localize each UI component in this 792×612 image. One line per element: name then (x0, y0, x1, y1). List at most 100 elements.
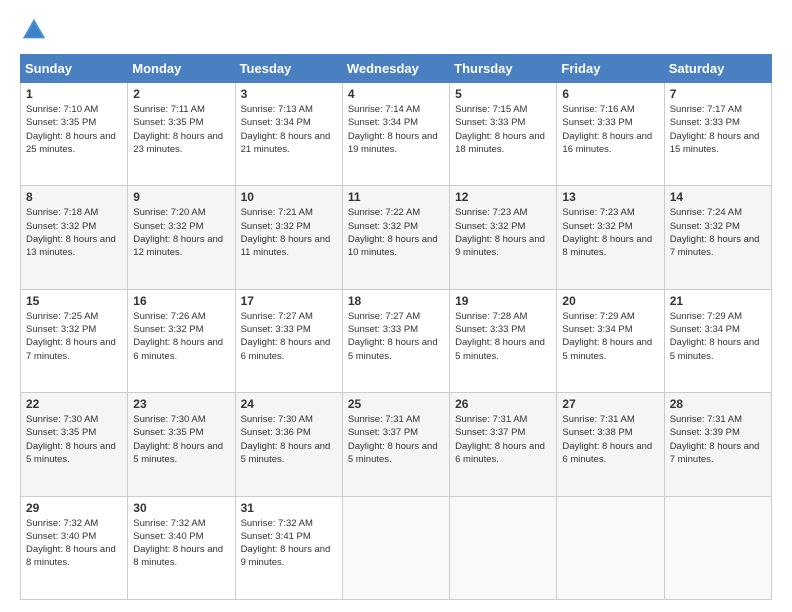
day-number: 9 (133, 190, 229, 204)
day-info: Sunrise: 7:31 AM Sunset: 3:38 PM Dayligh… (562, 413, 658, 466)
day-cell: 7 Sunrise: 7:17 AM Sunset: 3:33 PM Dayli… (664, 83, 771, 186)
day-cell: 17 Sunrise: 7:27 AM Sunset: 3:33 PM Dayl… (235, 289, 342, 392)
day-number: 13 (562, 190, 658, 204)
day-cell: 26 Sunrise: 7:31 AM Sunset: 3:37 PM Dayl… (450, 393, 557, 496)
day-number: 25 (348, 397, 444, 411)
day-number: 5 (455, 87, 551, 101)
day-number: 19 (455, 294, 551, 308)
day-cell: 10 Sunrise: 7:21 AM Sunset: 3:32 PM Dayl… (235, 186, 342, 289)
day-number: 21 (670, 294, 766, 308)
day-cell: 8 Sunrise: 7:18 AM Sunset: 3:32 PM Dayli… (21, 186, 128, 289)
day-number: 24 (241, 397, 337, 411)
day-cell: 16 Sunrise: 7:26 AM Sunset: 3:32 PM Dayl… (128, 289, 235, 392)
day-info: Sunrise: 7:25 AM Sunset: 3:32 PM Dayligh… (26, 310, 122, 363)
day-info: Sunrise: 7:24 AM Sunset: 3:32 PM Dayligh… (670, 206, 766, 259)
day-cell: 6 Sunrise: 7:16 AM Sunset: 3:33 PM Dayli… (557, 83, 664, 186)
day-number: 30 (133, 501, 229, 515)
day-cell: 22 Sunrise: 7:30 AM Sunset: 3:35 PM Dayl… (21, 393, 128, 496)
day-number: 1 (26, 87, 122, 101)
day-cell: 3 Sunrise: 7:13 AM Sunset: 3:34 PM Dayli… (235, 83, 342, 186)
day-cell: 29 Sunrise: 7:32 AM Sunset: 3:40 PM Dayl… (21, 496, 128, 599)
day-number: 7 (670, 87, 766, 101)
col-header-sunday: Sunday (21, 55, 128, 83)
day-cell: 21 Sunrise: 7:29 AM Sunset: 3:34 PM Dayl… (664, 289, 771, 392)
day-number: 12 (455, 190, 551, 204)
day-number: 20 (562, 294, 658, 308)
day-cell: 14 Sunrise: 7:24 AM Sunset: 3:32 PM Dayl… (664, 186, 771, 289)
day-number: 29 (26, 501, 122, 515)
day-cell (664, 496, 771, 599)
day-cell: 4 Sunrise: 7:14 AM Sunset: 3:34 PM Dayli… (342, 83, 449, 186)
day-cell: 12 Sunrise: 7:23 AM Sunset: 3:32 PM Dayl… (450, 186, 557, 289)
day-info: Sunrise: 7:15 AM Sunset: 3:33 PM Dayligh… (455, 103, 551, 156)
day-cell: 23 Sunrise: 7:30 AM Sunset: 3:35 PM Dayl… (128, 393, 235, 496)
day-number: 31 (241, 501, 337, 515)
day-cell: 15 Sunrise: 7:25 AM Sunset: 3:32 PM Dayl… (21, 289, 128, 392)
logo-icon (20, 16, 48, 44)
day-number: 4 (348, 87, 444, 101)
day-cell: 20 Sunrise: 7:29 AM Sunset: 3:34 PM Dayl… (557, 289, 664, 392)
day-number: 14 (670, 190, 766, 204)
col-header-wednesday: Wednesday (342, 55, 449, 83)
day-number: 18 (348, 294, 444, 308)
day-info: Sunrise: 7:23 AM Sunset: 3:32 PM Dayligh… (455, 206, 551, 259)
day-info: Sunrise: 7:31 AM Sunset: 3:39 PM Dayligh… (670, 413, 766, 466)
day-cell: 25 Sunrise: 7:31 AM Sunset: 3:37 PM Dayl… (342, 393, 449, 496)
day-number: 11 (348, 190, 444, 204)
day-info: Sunrise: 7:17 AM Sunset: 3:33 PM Dayligh… (670, 103, 766, 156)
day-info: Sunrise: 7:32 AM Sunset: 3:41 PM Dayligh… (241, 517, 337, 570)
day-info: Sunrise: 7:20 AM Sunset: 3:32 PM Dayligh… (133, 206, 229, 259)
day-info: Sunrise: 7:26 AM Sunset: 3:32 PM Dayligh… (133, 310, 229, 363)
week-row-1: 1 Sunrise: 7:10 AM Sunset: 3:35 PM Dayli… (21, 83, 772, 186)
day-cell: 24 Sunrise: 7:30 AM Sunset: 3:36 PM Dayl… (235, 393, 342, 496)
day-cell: 31 Sunrise: 7:32 AM Sunset: 3:41 PM Dayl… (235, 496, 342, 599)
day-info: Sunrise: 7:32 AM Sunset: 3:40 PM Dayligh… (133, 517, 229, 570)
day-info: Sunrise: 7:14 AM Sunset: 3:34 PM Dayligh… (348, 103, 444, 156)
day-number: 6 (562, 87, 658, 101)
day-cell: 18 Sunrise: 7:27 AM Sunset: 3:33 PM Dayl… (342, 289, 449, 392)
day-info: Sunrise: 7:16 AM Sunset: 3:33 PM Dayligh… (562, 103, 658, 156)
day-cell (450, 496, 557, 599)
week-row-5: 29 Sunrise: 7:32 AM Sunset: 3:40 PM Dayl… (21, 496, 772, 599)
day-number: 23 (133, 397, 229, 411)
day-info: Sunrise: 7:27 AM Sunset: 3:33 PM Dayligh… (348, 310, 444, 363)
day-info: Sunrise: 7:27 AM Sunset: 3:33 PM Dayligh… (241, 310, 337, 363)
day-info: Sunrise: 7:30 AM Sunset: 3:35 PM Dayligh… (133, 413, 229, 466)
header-row: SundayMondayTuesdayWednesdayThursdayFrid… (21, 55, 772, 83)
day-number: 15 (26, 294, 122, 308)
day-number: 26 (455, 397, 551, 411)
day-cell: 13 Sunrise: 7:23 AM Sunset: 3:32 PM Dayl… (557, 186, 664, 289)
day-cell (342, 496, 449, 599)
col-header-tuesday: Tuesday (235, 55, 342, 83)
day-info: Sunrise: 7:32 AM Sunset: 3:40 PM Dayligh… (26, 517, 122, 570)
day-number: 28 (670, 397, 766, 411)
header (20, 16, 772, 44)
col-header-thursday: Thursday (450, 55, 557, 83)
day-info: Sunrise: 7:30 AM Sunset: 3:36 PM Dayligh… (241, 413, 337, 466)
day-info: Sunrise: 7:31 AM Sunset: 3:37 PM Dayligh… (348, 413, 444, 466)
day-cell: 5 Sunrise: 7:15 AM Sunset: 3:33 PM Dayli… (450, 83, 557, 186)
day-info: Sunrise: 7:30 AM Sunset: 3:35 PM Dayligh… (26, 413, 122, 466)
day-info: Sunrise: 7:11 AM Sunset: 3:35 PM Dayligh… (133, 103, 229, 156)
week-row-3: 15 Sunrise: 7:25 AM Sunset: 3:32 PM Dayl… (21, 289, 772, 392)
day-info: Sunrise: 7:29 AM Sunset: 3:34 PM Dayligh… (670, 310, 766, 363)
day-number: 10 (241, 190, 337, 204)
day-info: Sunrise: 7:21 AM Sunset: 3:32 PM Dayligh… (241, 206, 337, 259)
page: SundayMondayTuesdayWednesdayThursdayFrid… (0, 0, 792, 612)
day-info: Sunrise: 7:18 AM Sunset: 3:32 PM Dayligh… (26, 206, 122, 259)
day-number: 27 (562, 397, 658, 411)
day-number: 3 (241, 87, 337, 101)
day-info: Sunrise: 7:28 AM Sunset: 3:33 PM Dayligh… (455, 310, 551, 363)
col-header-monday: Monday (128, 55, 235, 83)
day-cell: 30 Sunrise: 7:32 AM Sunset: 3:40 PM Dayl… (128, 496, 235, 599)
logo (20, 16, 52, 44)
day-cell: 19 Sunrise: 7:28 AM Sunset: 3:33 PM Dayl… (450, 289, 557, 392)
week-row-2: 8 Sunrise: 7:18 AM Sunset: 3:32 PM Dayli… (21, 186, 772, 289)
day-cell: 11 Sunrise: 7:22 AM Sunset: 3:32 PM Dayl… (342, 186, 449, 289)
day-info: Sunrise: 7:31 AM Sunset: 3:37 PM Dayligh… (455, 413, 551, 466)
col-header-saturday: Saturday (664, 55, 771, 83)
day-info: Sunrise: 7:22 AM Sunset: 3:32 PM Dayligh… (348, 206, 444, 259)
day-number: 22 (26, 397, 122, 411)
day-cell: 9 Sunrise: 7:20 AM Sunset: 3:32 PM Dayli… (128, 186, 235, 289)
col-header-friday: Friday (557, 55, 664, 83)
